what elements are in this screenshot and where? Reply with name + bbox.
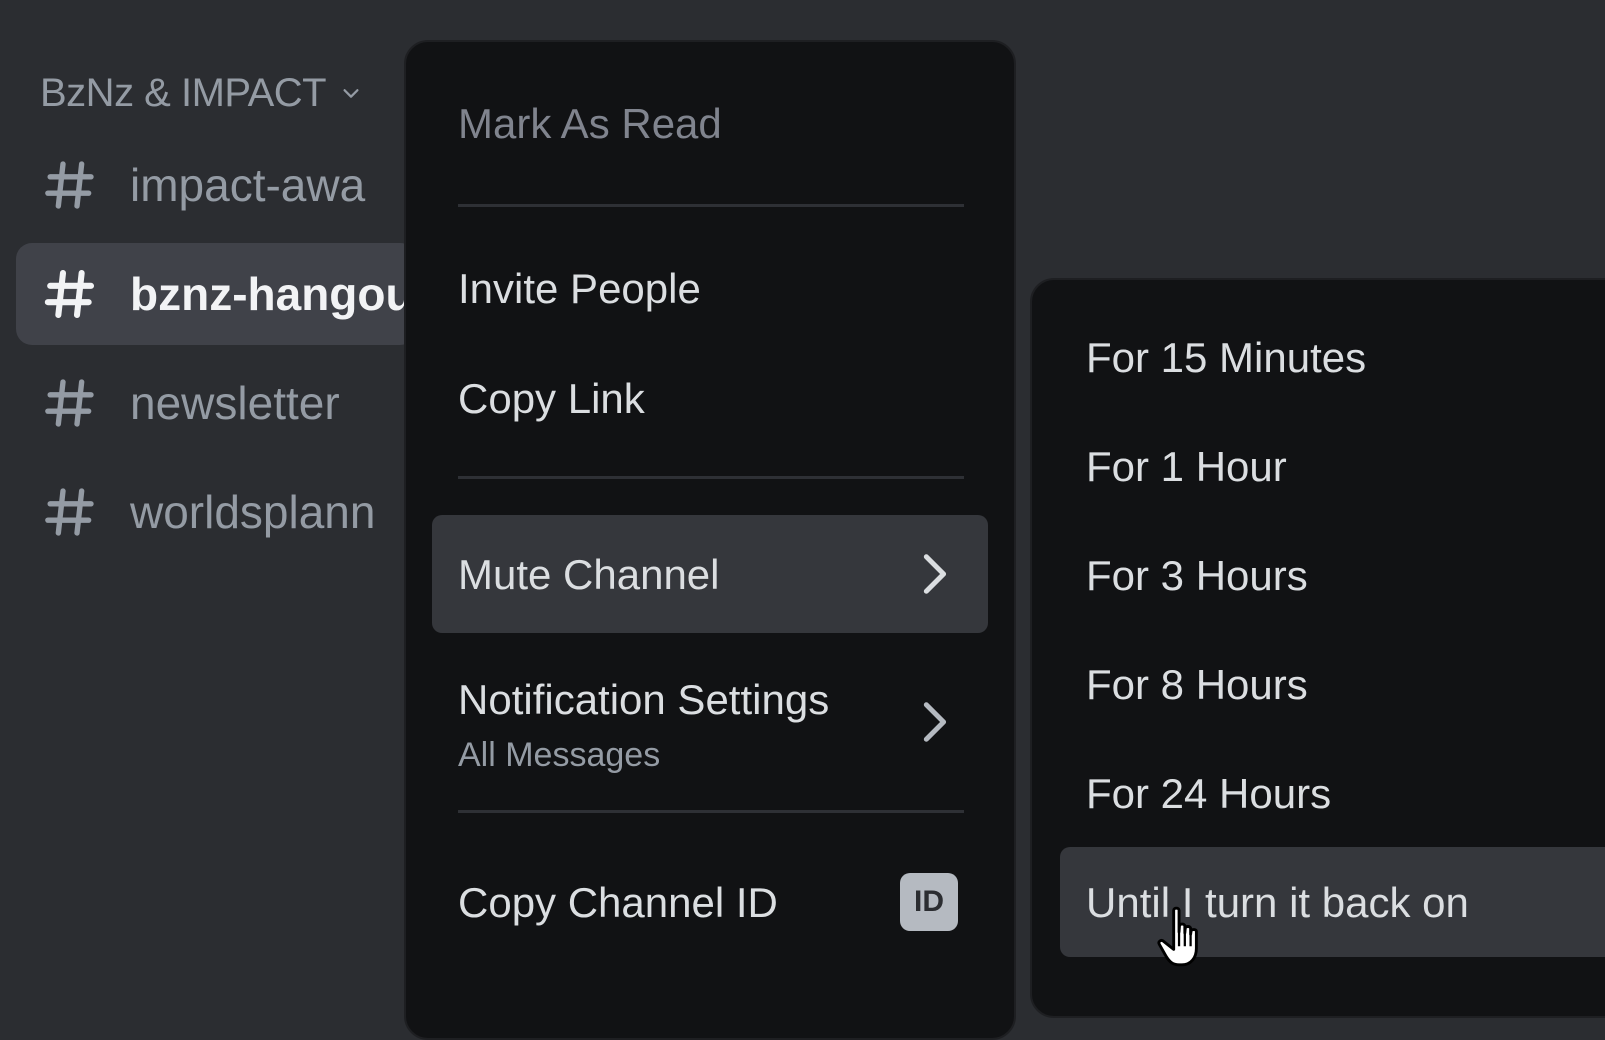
- invite-people-label: Invite People: [458, 265, 701, 312]
- notification-settings-item[interactable]: Notification Settings All Messages: [432, 654, 988, 784]
- mute-until-turned-on-item[interactable]: Until I turn it back on: [1060, 847, 1605, 957]
- mute-1-hour-item[interactable]: For 1 Hour: [1060, 411, 1605, 521]
- copy-channel-id-item[interactable]: Copy Channel ID ID: [432, 857, 988, 947]
- channel-name: impact-awa: [130, 159, 366, 211]
- channel-sidebar: BzNz & IMPACT impact-awa bznz-hangou new…: [0, 0, 420, 998]
- copy-channel-id-label: Copy Channel ID: [458, 879, 778, 926]
- category-name: BzNz & IMPACT: [40, 70, 327, 115]
- channel-context-menu: Mark As Read Invite People Copy Link Mut…: [404, 40, 1016, 1040]
- channel-name: bznz-hangou: [130, 268, 414, 320]
- channel-name: newsletter: [130, 377, 340, 429]
- mute-3-hours-item[interactable]: For 3 Hours: [1060, 520, 1605, 630]
- mute-15-minutes-item[interactable]: For 15 Minutes: [1060, 302, 1605, 412]
- mute-channel-label: Mute Channel: [458, 551, 720, 598]
- copy-link-label: Copy Link: [458, 375, 645, 422]
- notification-settings-label: Notification Settings: [458, 676, 830, 723]
- mute-option-label: For 24 Hours: [1086, 770, 1332, 817]
- hash-icon: [44, 269, 95, 319]
- chevron-right-icon: [923, 702, 947, 742]
- menu-separator: [458, 204, 964, 207]
- id-icon: ID: [900, 873, 958, 931]
- mute-option-label: For 1 Hour: [1086, 443, 1287, 490]
- hash-icon: [45, 488, 94, 536]
- mute-channel-item[interactable]: Mute Channel: [432, 515, 988, 633]
- invite-people-item[interactable]: Invite People: [432, 247, 988, 327]
- hash-icon: [45, 161, 94, 209]
- notification-settings-value: All Messages: [458, 736, 661, 774]
- mute-8-hours-item[interactable]: For 8 Hours: [1060, 629, 1605, 739]
- mute-option-label: For 3 Hours: [1086, 552, 1308, 599]
- channel-item-bznz-hangout[interactable]: bznz-hangou: [16, 243, 416, 345]
- channel-name: worldsplann: [130, 486, 376, 538]
- menu-separator: [458, 476, 964, 479]
- channel-item-worldsplanner[interactable]: worldsplann: [16, 461, 416, 563]
- mark-as-read-label: Mark As Read: [458, 100, 722, 147]
- mute-24-hours-item[interactable]: For 24 Hours: [1060, 738, 1605, 848]
- chevron-right-icon: [923, 554, 947, 594]
- category-header[interactable]: BzNz & IMPACT: [40, 68, 362, 118]
- chevron-down-icon: [343, 89, 359, 98]
- copy-link-item[interactable]: Copy Link: [432, 357, 988, 437]
- channel-item-newsletter[interactable]: newsletter: [16, 352, 416, 454]
- mark-as-read-item[interactable]: Mark As Read: [432, 82, 988, 162]
- hash-icon: [45, 379, 94, 427]
- channel-item-impact-awa[interactable]: impact-awa: [16, 134, 416, 236]
- mute-option-label: Until I turn it back on: [1086, 879, 1469, 926]
- mute-duration-submenu: For 15 Minutes For 1 Hour For 3 Hours Fo…: [1030, 278, 1605, 1018]
- menu-separator: [458, 810, 964, 813]
- mute-option-label: For 15 Minutes: [1086, 334, 1367, 381]
- mute-option-label: For 8 Hours: [1086, 661, 1308, 708]
